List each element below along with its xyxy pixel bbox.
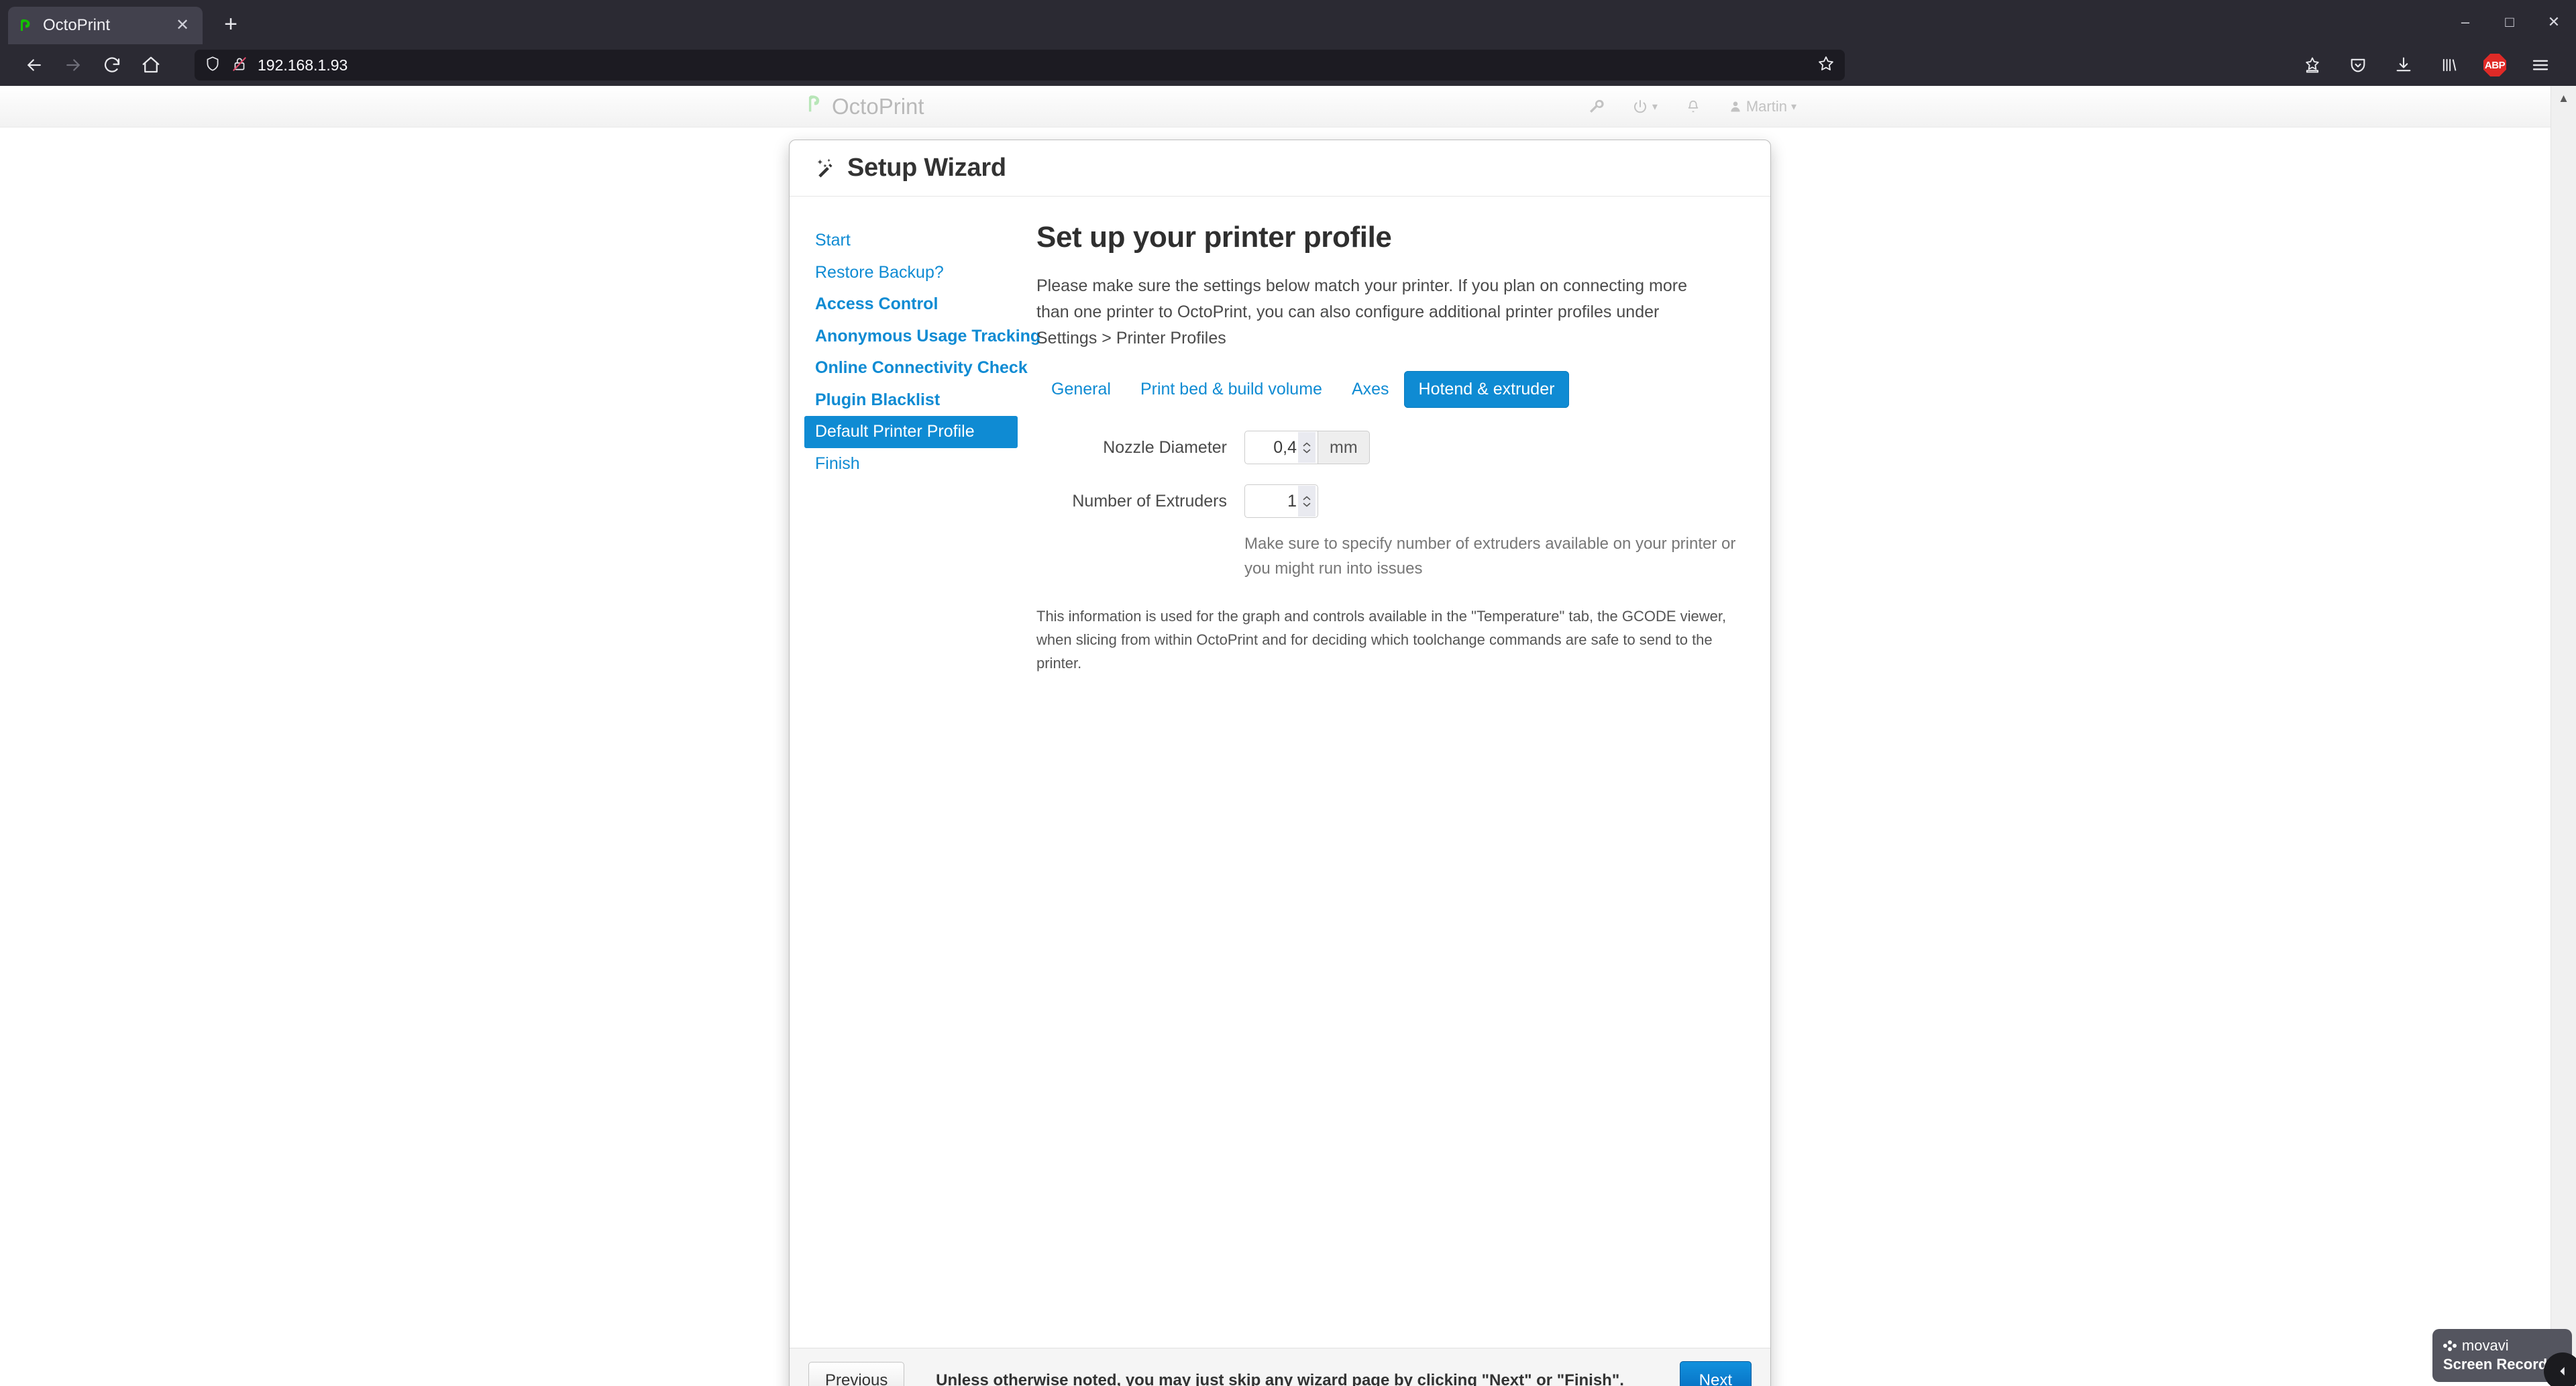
new-tab-button[interactable]: + [213,7,248,42]
nozzle-diameter-value: 0,4 [1273,437,1297,457]
sidebar-item-restore-backup[interactable]: Restore Backup? [804,257,1018,289]
sidebar-item-finish[interactable]: Finish [804,448,1018,480]
window-close-button[interactable]: ✕ [2532,5,2576,39]
bell-icon[interactable] [1686,99,1701,115]
hotend-note-text: This information is used for the graph a… [1036,607,1727,672]
page-title: Set up your printer profile [1036,221,1392,254]
magic-wand-icon [812,156,837,180]
shield-icon[interactable] [204,55,221,76]
power-icon[interactable]: ▾ [1632,99,1658,115]
movavi-dots-icon [2443,1340,2457,1352]
octoprint-brand[interactable]: OctoPrint [805,93,924,121]
form-row-nozzle-diameter: Nozzle Diameter 0,4 mm [1036,431,1741,465]
url-bar[interactable]: 192.168.1.93 [195,50,1845,81]
tab-axes[interactable]: Axes [1337,371,1404,408]
insecure-lock-icon[interactable] [231,55,248,76]
number-of-extruders-label: Number of Extruders [1072,491,1227,511]
movavi-name: movavi [2461,1337,2509,1354]
page-scrollbar[interactable]: ▲ [2551,86,2576,1386]
number-of-extruders-value: 1 [1287,491,1297,511]
octoprint-navbar-right: ▾ Martin ▾ [1588,86,2575,127]
sidebar-item-access-control[interactable]: Access Control [804,288,1018,321]
tab-general[interactable]: General [1036,371,1126,408]
wizard-sidebar: Start Restore Backup? Access Control Ano… [790,221,1040,1348]
browser-tabstrip: OctoPrint ✕ + – □ ✕ [0,0,2576,44]
app-menu-icon[interactable] [2520,46,2561,85]
number-of-extruders-help: Make sure to specify number of extruders… [1244,535,1736,578]
downloads-icon[interactable] [2383,46,2424,85]
library-icon[interactable] [2428,46,2470,85]
tab-hotend-extruder[interactable]: Hotend & extruder [1403,371,1570,409]
wrench-icon[interactable] [1588,99,1604,115]
previous-button[interactable]: Previous [808,1361,905,1386]
browser-tab[interactable]: OctoPrint ✕ [8,7,203,44]
sidebar-item-start[interactable]: Start [804,225,1018,257]
pocket-icon[interactable] [2337,46,2379,85]
octoprint-logo-icon [805,93,825,121]
save-to-bookmarks-icon[interactable] [2292,46,2333,85]
user-name: Martin [1746,98,1787,115]
wizard-main-content: Set up your printer profile Please make … [1018,221,1770,1348]
user-menu[interactable]: Martin ▾ [1729,98,1796,115]
sidebar-item-online-connectivity-check[interactable]: Online Connectivity Check [804,352,1028,384]
form-row-number-of-extruders: Number of Extruders 1 [1036,484,1741,519]
url-text: 192.168.1.93 [258,56,348,74]
modal-title: Setup Wizard [847,154,1006,182]
nozzle-diameter-stepper[interactable] [1298,432,1316,464]
intro-text: Please make sure the settings below matc… [1036,276,1687,348]
modal-body: Start Restore Backup? Access Control Ano… [790,197,1770,1348]
number-of-extruders-input[interactable]: 1 [1244,484,1318,519]
adblock-plus-icon[interactable]: ABP [2474,46,2516,85]
next-button[interactable]: Next [1679,1361,1752,1386]
footer-hint-text: Unless otherwise noted, you may just ski… [936,1371,1624,1386]
nozzle-diameter-input-group: 0,4 mm [1244,431,1370,465]
adblock-badge: ABP [2483,54,2506,76]
sidebar-item-plugin-blacklist[interactable]: Plugin Blacklist [804,384,1018,417]
tab-print-bed-build-volume[interactable]: Print bed & build volume [1126,371,1337,408]
sidebar-item-anonymous-usage-tracking[interactable]: Anonymous Usage Tracking [804,321,1040,353]
user-caret-icon: ▾ [1790,101,1796,113]
home-icon[interactable] [131,46,170,85]
octoprint-favicon-icon [17,17,35,34]
nozzle-diameter-label: Nozzle Diameter [1103,437,1227,457]
number-of-extruders-stepper[interactable] [1298,486,1316,517]
browser-navigation-bar: 192.168.1.93 ABP [0,44,2576,86]
number-of-extruders-input-group: 1 [1244,484,1318,519]
octoprint-navbar: OctoPrint ▾ Martin ▾ [0,86,2576,127]
movavi-logo-row: movavi [2443,1337,2561,1354]
scrollbar-up-arrow-icon[interactable]: ▲ [2551,86,2576,111]
browser-tab-title: OctoPrint [43,16,111,34]
setup-wizard-modal: Setup Wizard Start Restore Backup? Acces… [789,140,1771,1386]
back-icon[interactable] [15,46,54,85]
octoprint-brand-text: OctoPrint [832,93,924,119]
modal-footer: Previous Unless otherwise noted, you may… [790,1348,1770,1386]
browser-toolbar-icons: ABP [2292,46,2561,85]
browser-chrome: OctoPrint ✕ + – □ ✕ 192.168.1.93 ABP [0,0,2576,86]
window-controls: – □ ✕ [2443,5,2576,39]
nozzle-diameter-unit: mm [1318,431,1370,465]
reload-icon[interactable] [93,46,131,85]
modal-header: Setup Wizard [790,140,1770,197]
sidebar-item-default-printer-profile[interactable]: Default Printer Profile [804,416,1018,448]
window-maximize-button[interactable]: □ [2487,5,2532,39]
window-minimize-button[interactable]: – [2443,5,2487,39]
printer-profile-tabs: General Print bed & build volume Axes Ho… [1036,371,1741,409]
nozzle-diameter-input[interactable]: 0,4 [1244,431,1318,465]
movavi-record-badge-icon [2544,1352,2576,1386]
page-viewport: OctoPrint ▾ Martin ▾ Hint: You can also … [0,86,2576,1386]
tab-close-icon[interactable]: ✕ [172,15,193,36]
bookmark-star-icon[interactable] [1817,54,1835,76]
forward-icon[interactable] [54,46,93,85]
power-caret-icon: ▾ [1652,101,1658,113]
